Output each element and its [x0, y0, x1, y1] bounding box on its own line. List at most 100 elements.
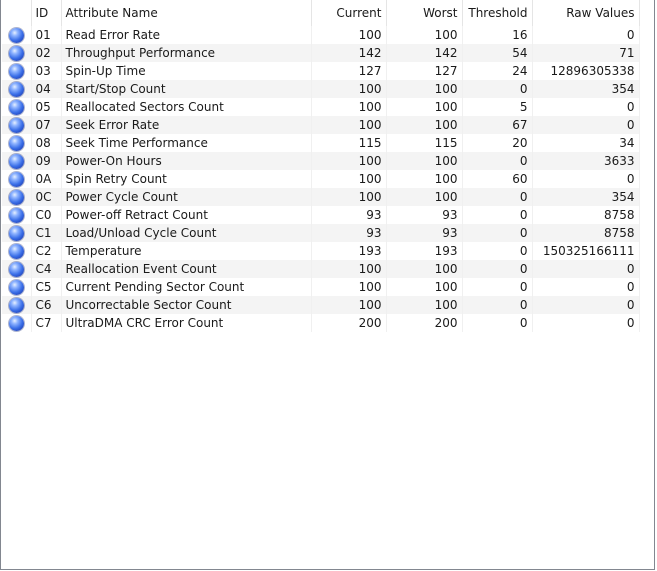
table-row[interactable]: C6 Uncorrectable Sector Count 100 100 0 0 [2, 296, 640, 314]
table-row[interactable]: 08 Seek Time Performance 115 115 20 34 [2, 134, 640, 152]
status-dot-icon [8, 153, 24, 169]
current-value: 100 [311, 80, 387, 98]
table-row[interactable]: 03 Spin-Up Time 127 127 24 12896305338 [2, 62, 640, 80]
status-dot-icon [8, 279, 24, 295]
column-header-worst[interactable]: Worst [386, 0, 463, 26]
table-row[interactable]: C1 Load/Unload Cycle Count 93 93 0 8758 [2, 224, 640, 242]
current-value: 100 [311, 278, 387, 296]
attribute-name: UltraDMA CRC Error Count [61, 314, 312, 332]
table-row[interactable]: C4 Reallocation Event Count 100 100 0 0 [2, 260, 640, 278]
table-row[interactable]: 04 Start/Stop Count 100 100 0 354 [2, 80, 640, 98]
attribute-id: C2 [31, 242, 62, 260]
raw-value: 0 [532, 26, 640, 44]
raw-value: 0 [532, 314, 640, 332]
worst-value: 93 [386, 224, 463, 242]
table-row[interactable]: C5 Current Pending Sector Count 100 100 0 0 [2, 278, 640, 296]
attribute-name: Seek Error Rate [61, 116, 312, 134]
threshold-value: 0 [462, 152, 533, 170]
table-row[interactable]: 0C Power Cycle Count 100 100 0 354 [2, 188, 640, 206]
attribute-id: 0C [31, 188, 62, 206]
status-dot-icon [8, 207, 24, 223]
threshold-value: 16 [462, 26, 533, 44]
status-cell [2, 170, 32, 188]
table-row[interactable]: C0 Power-off Retract Count 93 93 0 8758 [2, 206, 640, 224]
worst-value: 100 [386, 98, 463, 116]
raw-value: 0 [532, 170, 640, 188]
table-row[interactable]: 05 Reallocated Sectors Count 100 100 5 0 [2, 98, 640, 116]
current-value: 142 [311, 44, 387, 62]
table-row[interactable]: 09 Power-On Hours 100 100 0 3633 [2, 152, 640, 170]
current-value: 100 [311, 296, 387, 314]
status-dot-icon [8, 99, 24, 115]
table-body: 01 Read Error Rate 100 100 16 0 02 Throughput P… [2, 26, 640, 332]
current-value: 100 [311, 260, 387, 278]
status-cell [2, 116, 32, 134]
table-row[interactable]: 02 Throughput Performance 142 142 54 71 [2, 44, 640, 62]
current-value: 100 [311, 116, 387, 134]
attribute-id: C4 [31, 260, 62, 278]
status-cell [2, 44, 32, 62]
attribute-name: Reallocated Sectors Count [61, 98, 312, 116]
column-header-raw-values[interactable]: Raw Values [532, 0, 640, 26]
raw-value: 12896305338 [532, 62, 640, 80]
threshold-value: 60 [462, 170, 533, 188]
table-row[interactable]: C7 UltraDMA CRC Error Count 200 200 0 0 [2, 314, 640, 332]
column-header-attribute-name[interactable]: Attribute Name [61, 0, 312, 26]
status-cell [2, 206, 32, 224]
attribute-name: Start/Stop Count [61, 80, 312, 98]
attribute-name: Current Pending Sector Count [61, 278, 312, 296]
status-cell [2, 278, 32, 296]
worst-value: 100 [386, 170, 463, 188]
attribute-name: Read Error Rate [61, 26, 312, 44]
raw-value: 8758 [532, 224, 640, 242]
raw-value: 34 [532, 134, 640, 152]
raw-value: 0 [532, 278, 640, 296]
status-cell [2, 152, 32, 170]
status-cell [2, 62, 32, 80]
current-value: 100 [311, 170, 387, 188]
raw-value: 0 [532, 296, 640, 314]
worst-value: 100 [386, 152, 463, 170]
status-dot-icon [8, 135, 24, 151]
threshold-value: 5 [462, 98, 533, 116]
threshold-value: 0 [462, 206, 533, 224]
attribute-name: Power-On Hours [61, 152, 312, 170]
attribute-name: Spin-Up Time [61, 62, 312, 80]
worst-value: 200 [386, 314, 463, 332]
attribute-name: Temperature [61, 242, 312, 260]
attribute-id: 05 [31, 98, 62, 116]
column-header-status[interactable] [2, 0, 32, 26]
table-row[interactable]: 01 Read Error Rate 100 100 16 0 [2, 26, 640, 44]
status-dot-icon [8, 45, 24, 61]
table-row[interactable]: C2 Temperature 193 193 0 150325166111 [2, 242, 640, 260]
attribute-id: C6 [31, 296, 62, 314]
attribute-id: C1 [31, 224, 62, 242]
status-cell [2, 296, 32, 314]
worst-value: 100 [386, 296, 463, 314]
status-dot-icon [8, 243, 24, 259]
attribute-name: Seek Time Performance [61, 134, 312, 152]
status-dot-icon [8, 261, 24, 277]
threshold-value: 67 [462, 116, 533, 134]
column-header-current[interactable]: Current [311, 0, 387, 26]
status-cell [2, 188, 32, 206]
raw-value: 150325166111 [532, 242, 640, 260]
column-header-id[interactable]: ID [31, 0, 62, 26]
attribute-id: C5 [31, 278, 62, 296]
column-header-threshold[interactable]: Threshold [462, 0, 533, 26]
raw-value: 8758 [532, 206, 640, 224]
status-dot-icon [8, 27, 24, 43]
current-value: 93 [311, 206, 387, 224]
worst-value: 193 [386, 242, 463, 260]
attribute-id: 08 [31, 134, 62, 152]
status-cell [2, 314, 32, 332]
table-row[interactable]: 0A Spin Retry Count 100 100 60 0 [2, 170, 640, 188]
table-row[interactable]: 07 Seek Error Rate 100 100 67 0 [2, 116, 640, 134]
status-dot-icon [8, 225, 24, 241]
attribute-name: Load/Unload Cycle Count [61, 224, 312, 242]
status-dot-icon [8, 171, 24, 187]
current-value: 100 [311, 152, 387, 170]
worst-value: 100 [386, 278, 463, 296]
raw-value: 0 [532, 98, 640, 116]
current-value: 200 [311, 314, 387, 332]
